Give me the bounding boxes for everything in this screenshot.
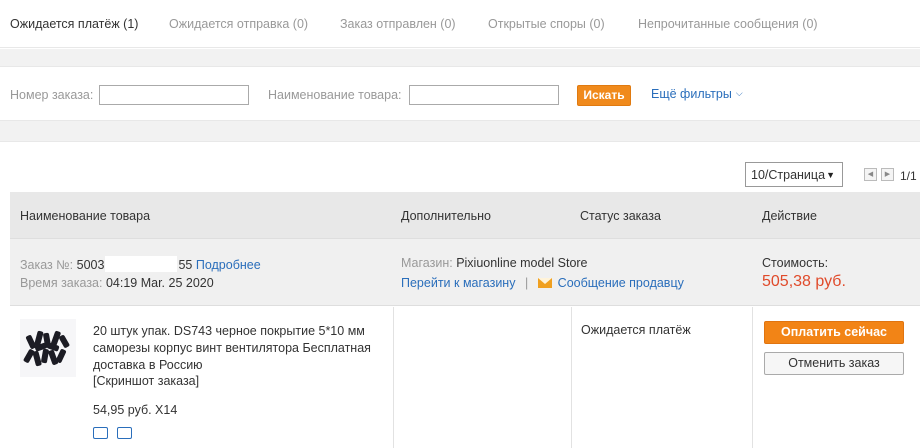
tab-awaiting-shipment[interactable]: Ожидается отправка (0)	[169, 17, 308, 31]
store-line: Магазин: Pixiuonline model Store	[401, 256, 588, 270]
redacted-block	[105, 256, 178, 272]
order-item-row: 20 штук упак. DS743 черное покрытие 5*10…	[10, 307, 920, 448]
cost-label: Стоимость:	[762, 256, 829, 270]
item-unit-price: 54,95 руб. X14	[93, 403, 178, 417]
filter-bar: Номер заказа: Наименование товара: Искат…	[0, 68, 920, 120]
column-header-action: Действие	[762, 209, 817, 223]
dropdown-arrow-icon: ▼	[826, 170, 835, 180]
page-count: 1/1	[900, 169, 917, 183]
divider-band	[0, 120, 920, 142]
order-time-line: Время заказа: 04:19 Mar. 25 2020	[20, 276, 214, 290]
link-separator: |	[524, 276, 529, 290]
store-name: Pixiuonline model Store	[456, 256, 588, 270]
truck-icon[interactable]	[93, 427, 108, 439]
receipt-icon[interactable]	[117, 427, 132, 439]
product-thumbnail[interactable]	[20, 319, 76, 377]
order-time-label: Время заказа:	[20, 276, 103, 290]
divider-band	[0, 49, 920, 67]
tab-unread-messages[interactable]: Непрочитанные сообщения (0)	[638, 17, 818, 31]
column-divider	[752, 307, 753, 448]
status-tabs: Ожидается платёж (1) Ожидается отправка …	[0, 0, 920, 48]
go-to-store-link[interactable]: Перейти к магазину	[401, 276, 515, 290]
envelope-icon	[537, 278, 552, 288]
column-divider	[393, 307, 394, 448]
product-title-link[interactable]: 20 штук упак. DS743 черное покрытие 5*10…	[93, 323, 383, 374]
order-details-link[interactable]: Подробнее	[196, 258, 261, 272]
column-header-additional: Дополнительно	[401, 209, 491, 223]
more-filters-link[interactable]: Ещё фильтры ⌵	[651, 87, 743, 101]
product-name-label: Наименование товара:	[268, 88, 402, 102]
order-number-start: 5003	[76, 258, 105, 272]
order-summary-row: Заказ №: 5003 55 Подробнее Время заказа: …	[10, 238, 920, 306]
order-number-end: 55	[178, 258, 193, 272]
order-number-input[interactable]	[99, 85, 249, 105]
table-header: Наименование товара Дополнительно Статус…	[10, 192, 920, 238]
prev-page-icon[interactable]: ◀	[864, 168, 877, 181]
order-time-value: 04:19 Mar. 25 2020	[105, 276, 214, 290]
column-header-status: Статус заказа	[580, 209, 661, 223]
tab-awaiting-payment[interactable]: Ожидается платёж (1)	[10, 17, 138, 31]
screws-image	[23, 330, 70, 367]
column-header-product: Наименование товара	[20, 209, 151, 223]
message-seller-label: Сообщение продавцу	[557, 276, 684, 290]
per-page-select[interactable]: 10/Страница ▼	[745, 162, 843, 187]
per-page-value: 10/Страница	[751, 168, 826, 182]
next-page-icon[interactable]: ▶	[881, 168, 894, 181]
order-status: Ожидается платёж	[581, 323, 691, 337]
order-total-price: 505,38 руб.	[762, 273, 846, 290]
order-snapshot-link[interactable]: [Скриншот заказа]	[93, 374, 199, 388]
search-button[interactable]: Искать	[577, 85, 631, 106]
more-filters-label: Ещё фильтры	[651, 87, 732, 101]
column-divider	[571, 307, 572, 448]
order-number-label: Номер заказа:	[10, 88, 94, 102]
product-name-input[interactable]	[409, 85, 559, 105]
tab-open-disputes[interactable]: Открытые споры (0)	[488, 17, 605, 31]
order-number-line: Заказ №: 5003 55 Подробнее	[20, 256, 261, 272]
cancel-order-button[interactable]: Отменить заказ	[764, 352, 904, 375]
pay-now-button[interactable]: Оплатить сейчас	[764, 321, 904, 344]
message-seller-link[interactable]: Сообщение продавцу	[537, 276, 684, 290]
store-links-line: Перейти к магазину | Сообщение продавцу	[401, 276, 684, 290]
order-number-label: Заказ №:	[20, 258, 74, 272]
chevron-down-icon: ⌵	[735, 88, 743, 98]
store-label: Магазин:	[401, 256, 453, 270]
tab-order-shipped[interactable]: Заказ отправлен (0)	[340, 17, 456, 31]
